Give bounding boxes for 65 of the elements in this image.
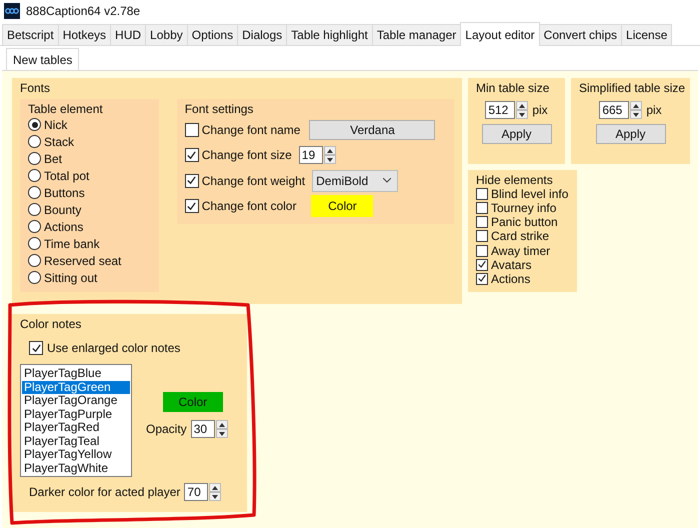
- tab[interactable]: HUD: [110, 24, 146, 45]
- checkbox-label: Card strike: [491, 229, 550, 244]
- list-item[interactable]: PlayerTagBlue: [22, 367, 130, 380]
- window-title: 888Caption64 v2.78e: [26, 4, 140, 18]
- list-item[interactable]: PlayerTagWhite: [22, 462, 130, 475]
- group-title: Simplified table size: [579, 81, 686, 95]
- radio-label: Time bank: [44, 236, 100, 250]
- color-button[interactable]: Color: [162, 392, 223, 412]
- radio-label: Buttons: [44, 186, 85, 200]
- group-title: Table element: [28, 102, 103, 116]
- tab[interactable]: Hotkeys: [58, 24, 112, 45]
- apply-button[interactable]: Apply: [596, 124, 666, 144]
- number-field[interactable]: 19: [298, 146, 323, 164]
- color-button[interactable]: Color: [311, 195, 374, 218]
- dropdown[interactable]: DemiBold: [312, 170, 398, 192]
- tab[interactable]: Convert chips: [538, 24, 622, 45]
- radio-label: Bounty: [44, 202, 82, 216]
- checkbox-label: Change font size: [202, 148, 292, 162]
- checkbox-label: Use enlarged color notes: [47, 341, 180, 355]
- tab[interactable]: License: [621, 24, 672, 45]
- checkbox-label: Change font weight: [202, 174, 306, 188]
- radio-label: Stack: [44, 134, 74, 148]
- number-field[interactable]: 70: [184, 483, 208, 501]
- checkbox-label: Blind level info: [491, 187, 568, 202]
- checkbox-label: Away timer: [491, 244, 550, 258]
- checkbox-label: Change font color: [202, 199, 296, 214]
- radio-label: Reserved seat: [44, 254, 122, 268]
- list-item[interactable]: PlayerTagPurple: [22, 408, 130, 421]
- group-title: Hide elements: [476, 173, 553, 187]
- tab[interactable]: New tables: [6, 48, 80, 70]
- radio-label: Bet: [44, 152, 62, 166]
- number-field[interactable]: 30: [190, 420, 215, 438]
- checkbox-label: Tourney info: [491, 201, 556, 216]
- checkbox-label: Avatars: [491, 258, 532, 272]
- radio-label: Actions: [44, 220, 84, 234]
- group-title: Color notes: [20, 317, 82, 331]
- group-title: Fonts: [20, 81, 50, 95]
- field-label: Darker color for acted player: [29, 485, 180, 499]
- checkbox-label: Actions: [491, 272, 530, 286]
- list-item[interactable]: PlayerTagYellow: [22, 448, 130, 462]
- group-title: Font settings: [184, 102, 254, 116]
- number-field[interactable]: 512: [485, 101, 516, 119]
- field-label: Opacity: [146, 422, 187, 436]
- tab[interactable]: Lobby: [145, 24, 188, 45]
- tab[interactable]: Dialogs: [237, 24, 288, 45]
- group-title: Min table size: [476, 81, 550, 95]
- list-item[interactable]: PlayerTagRed: [22, 421, 130, 434]
- unit-label: pix: [532, 103, 548, 117]
- list-item[interactable]: PlayerTagTeal: [22, 434, 130, 448]
- radio-label: Total pot: [44, 168, 90, 182]
- list-item[interactable]: PlayerTagOrange: [22, 394, 130, 408]
- list-item[interactable]: PlayerTagGreen: [22, 380, 130, 394]
- tab[interactable]: Table manager: [372, 24, 462, 45]
- apply-button[interactable]: Apply: [482, 124, 552, 144]
- tab[interactable]: Table highlight: [286, 24, 373, 45]
- checkbox-label: Panic button: [491, 215, 558, 230]
- font-button[interactable]: Verdana: [309, 120, 436, 140]
- number-field[interactable]: 665: [599, 101, 630, 119]
- tab[interactable]: Layout editor: [460, 22, 540, 46]
- radio-label: Nick: [44, 118, 68, 132]
- checkbox-label: Change font name: [202, 122, 300, 137]
- tab[interactable]: Betscript: [2, 24, 59, 45]
- unit-label: pix: [646, 103, 662, 117]
- tab[interactable]: Options: [186, 24, 238, 45]
- radio-label: Sitting out: [44, 270, 98, 284]
